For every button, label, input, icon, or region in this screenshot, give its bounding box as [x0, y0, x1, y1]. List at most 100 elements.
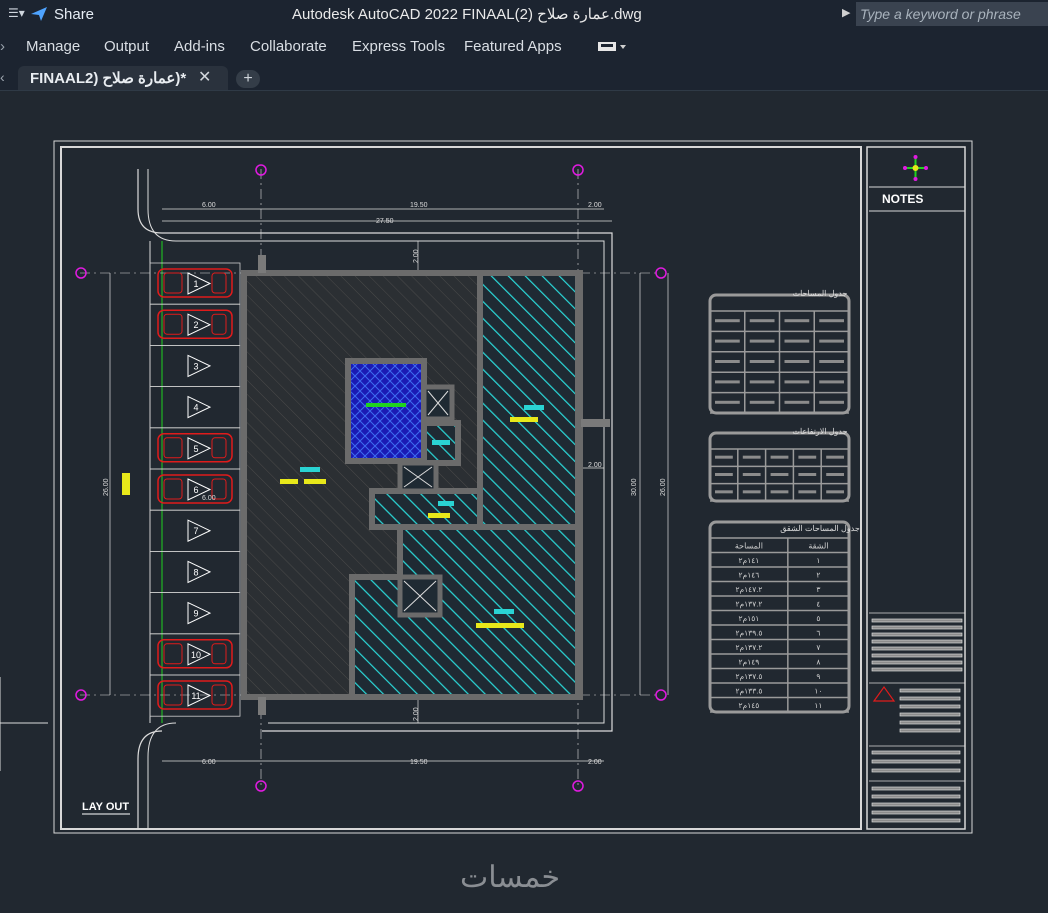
table3-cell: ١٥١م٢	[739, 614, 760, 623]
title-block-details	[869, 612, 965, 823]
share-icon	[31, 7, 47, 21]
table3-cell: ١٣٧.٥م٢	[735, 672, 762, 681]
quick-access-dropdown-icon[interactable]: ☰▾	[8, 6, 25, 20]
svg-text:27.50: 27.50	[376, 218, 394, 225]
table3-cell: ٧	[816, 643, 821, 652]
svg-text:6.00: 6.00	[202, 759, 216, 766]
parking-number: 9	[193, 609, 198, 619]
table-apartment-areas: الشقة المساحة ١ ١٤١م٢ ٢ ١٤٦م٢ ٣ ١٤٧.٢م٢ ٤ ١٣٧.٢م٢…	[708, 520, 851, 714]
column-bottom	[258, 697, 266, 715]
table2-title: جدول الارتفاعات	[792, 427, 847, 436]
table3-header: المساحة	[735, 541, 763, 550]
north-arrow-icon	[903, 155, 928, 181]
table3-cell: ٨	[816, 657, 821, 666]
parking-number: 10	[191, 650, 201, 660]
table3-cell: ١٤١م٢	[739, 556, 760, 565]
parking-area: 1 2 3 4 5 6 7 8 9 10 11	[149, 262, 241, 717]
table1-title: جدول المساحات	[793, 289, 848, 298]
workspace-dropdown-icon[interactable]	[598, 40, 628, 57]
layout-title: LAY OUT	[82, 801, 129, 813]
parking-arrow-icon	[187, 601, 212, 625]
tab-label: FINAAL2) عمارة صلاح)*	[30, 70, 187, 87]
document-title: Autodesk AutoCAD 2022 FINAALعمارة صلاح (…	[292, 6, 642, 23]
table3-cell: ٦	[816, 628, 820, 637]
table3-title: جدول المساحات الشقق	[780, 524, 860, 533]
svg-text:26.00: 26.00	[660, 478, 667, 496]
title-bar: ☰▾ Share Autodesk AutoCAD 2022 FINAALعما…	[0, 0, 1048, 28]
table3-cell: ٤	[816, 599, 820, 608]
search-placeholder: Type a keyword or phrase	[860, 6, 1021, 22]
parking-number: 6	[193, 485, 198, 495]
svg-text:2.00: 2.00	[413, 249, 420, 263]
share-label: Share	[54, 5, 95, 23]
table3-cell: ١٠	[814, 686, 822, 695]
menu-featured-apps[interactable]: Featured Apps	[464, 38, 562, 55]
parking-width-label: 6.00	[202, 495, 216, 502]
table3-cell: ١	[816, 556, 820, 565]
svg-text:30.00: 30.00	[631, 478, 638, 496]
table3-cell: ٥	[816, 614, 820, 623]
menu-output[interactable]: Output	[104, 38, 149, 55]
table3-cell: ٩	[816, 672, 820, 681]
table-areas	[708, 293, 851, 415]
svg-text:2.00: 2.00	[588, 759, 602, 766]
new-tab-button[interactable]: +	[236, 70, 260, 88]
watermark: خمسات	[460, 861, 561, 894]
stair-core	[345, 358, 427, 464]
parking-number: 2	[193, 320, 198, 330]
menu-express-tools[interactable]: Express Tools	[352, 38, 445, 55]
table3-cell: ١٤٦م٢	[739, 570, 760, 579]
table3-cell: ١١	[814, 701, 822, 710]
cad-drawing[interactable]: 6.00 19.50 2.00 27.50 6.00 19.50 2.00 26…	[0, 91, 1048, 908]
table3-cell: ١٤٥م٢	[739, 701, 760, 710]
table-heights	[708, 431, 851, 503]
menu-manage[interactable]: Manage	[26, 38, 80, 55]
curb-bottom	[137, 730, 163, 829]
table3-cell: ١٣٣.٥م٢	[735, 686, 762, 695]
parking-number: 5	[193, 444, 198, 454]
svg-text:2.00: 2.00	[588, 462, 602, 469]
ribbon-menu: › Manage Output Add-ins Collaborate Expr…	[0, 28, 1048, 66]
parking-arrow-icon	[187, 519, 212, 542]
table3-header: الشقة	[808, 541, 828, 550]
search-input[interactable]: Type a keyword or phrase	[856, 2, 1048, 26]
menu-add-ins[interactable]: Add-ins	[174, 38, 225, 55]
svg-text:26.00: 26.00	[103, 478, 110, 496]
parking-arrow-icon	[187, 354, 212, 378]
parking-number: 11	[191, 691, 200, 701]
expand-arrow-icon[interactable]: ▶	[842, 6, 850, 19]
parking-arrow-icon	[187, 313, 212, 336]
menu-overflow-icon[interactable]: ›	[0, 38, 5, 55]
table3-cell: ٣	[816, 585, 821, 594]
ucs-icon	[0, 677, 48, 771]
svg-text:19.50: 19.50	[410, 759, 428, 766]
curb-bottom-inner	[147, 722, 177, 829]
parking-number: 1	[193, 279, 198, 289]
table3-cell: ٢	[816, 570, 820, 579]
parking-number: 8	[193, 567, 198, 577]
table3-cell: ١٣٧.٢م٢	[735, 599, 762, 608]
menu-collaborate[interactable]: Collaborate	[250, 38, 327, 55]
column-side	[580, 419, 610, 427]
svg-text:2.00: 2.00	[413, 707, 420, 721]
notes-title: NOTES	[882, 192, 923, 206]
tab-active-drawing[interactable]: FINAAL2) عمارة صلاح)* ✕	[18, 66, 228, 90]
drawing-canvas[interactable]: 6.00 19.50 2.00 27.50 6.00 19.50 2.00 26…	[0, 91, 1048, 908]
share-button[interactable]: Share	[30, 4, 94, 24]
svg-text:19.50: 19.50	[410, 202, 428, 209]
parking-arrow-icon	[187, 560, 212, 584]
table3-cell: ١٤٧.٢م٢	[735, 585, 762, 594]
title-block-frame	[866, 146, 966, 830]
area-tables: الشقة المساحة ١ ١٤١م٢ ٢ ١٤٦م٢ ٣ ١٤٧.٢م٢ ٤ ١٣٧.٢م٢…	[708, 293, 851, 714]
parking-number: 7	[193, 526, 198, 536]
file-tabs: ‹ FINAAL2) عمارة صلاح)* ✕ +	[0, 66, 1048, 91]
parking-number: 4	[193, 403, 198, 413]
column-top	[258, 255, 266, 273]
table3-cell: ١٣٩.٥م٢	[735, 628, 762, 637]
close-tab-icon[interactable]: ✕	[198, 67, 211, 87]
svg-text:6.00: 6.00	[202, 202, 216, 209]
table3-cell: ١٣٧.٢م٢	[735, 643, 762, 652]
parking-arrow-icon	[187, 395, 212, 419]
tab-scroll-left-icon[interactable]: ‹	[0, 69, 5, 85]
parking-arrow-icon	[187, 272, 212, 295]
